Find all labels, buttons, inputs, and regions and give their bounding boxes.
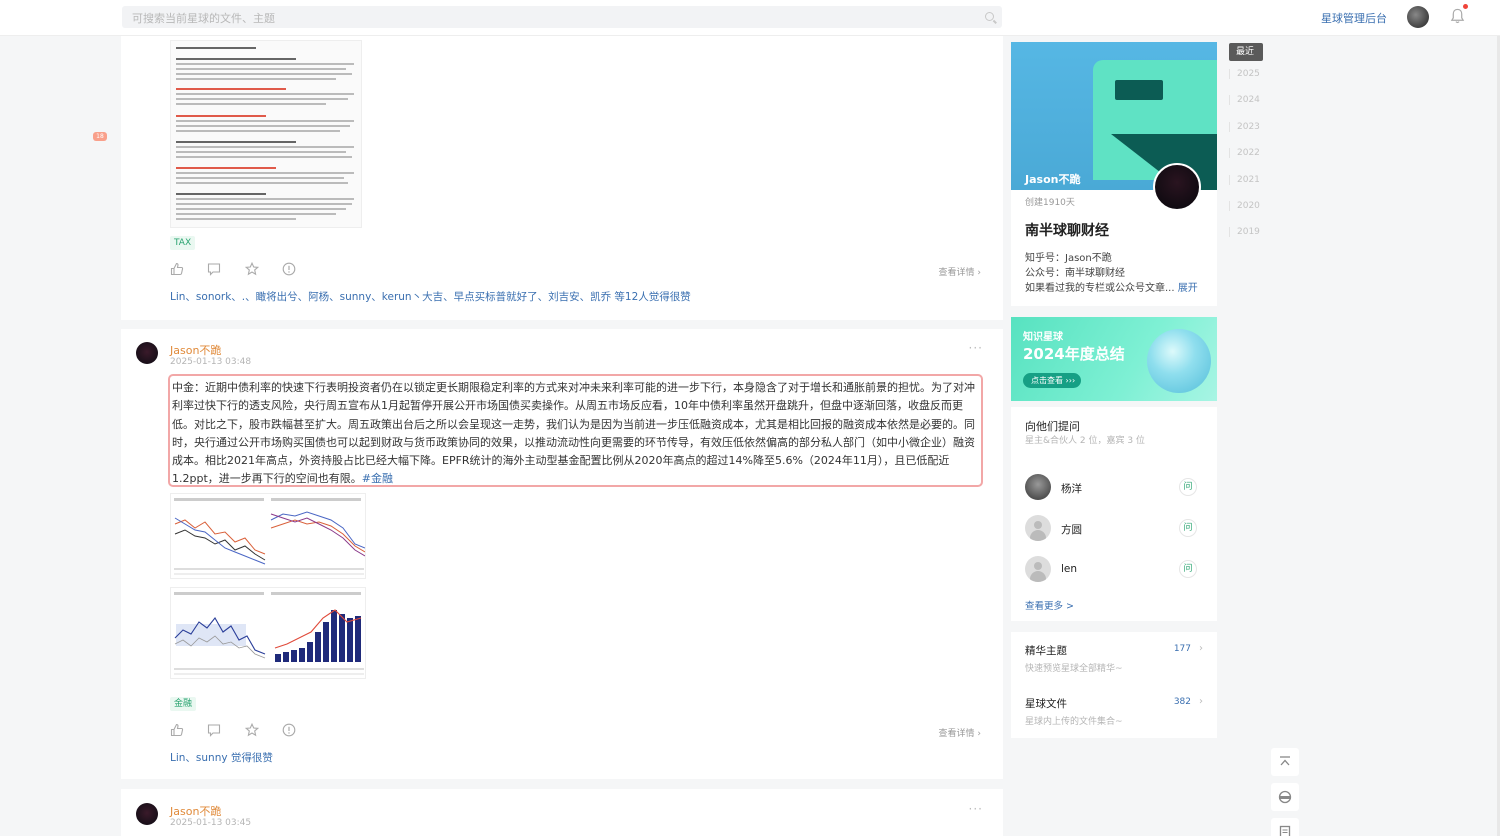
search-icon[interactable]: [985, 12, 994, 21]
menu-count: 382: [1173, 697, 1191, 707]
year-item[interactable]: 2021: [1229, 175, 1263, 185]
admin-link[interactable]: 星球管理后台: [1321, 10, 1387, 26]
year-item[interactable]: 2023: [1229, 122, 1263, 132]
year-item-recent[interactable]: 最近: [1229, 43, 1263, 61]
search-input[interactable]: 可搜索当前星球的文件、主题: [122, 6, 1002, 28]
post-image[interactable]: [170, 587, 366, 679]
post-image[interactable]: [170, 493, 366, 579]
post-card: Jason不跪 2025-01-13 03:45 ···: [121, 789, 1003, 836]
menu-subtitle: 快速预览星球全部精华~: [1025, 664, 1123, 674]
ask-button[interactable]: 问: [1179, 519, 1197, 537]
banner-title-small: 知识星球: [1023, 332, 1063, 343]
notes-button[interactable]: [1271, 818, 1299, 836]
created-days: 创建1910天: [1025, 198, 1075, 208]
comment-icon[interactable]: [207, 723, 221, 737]
menu-subtitle: 星球内上传的文件集合~: [1025, 717, 1123, 727]
top-bar: 可搜索当前星球的文件、主题 星球管理后台: [0, 0, 1500, 36]
thumbs-up-icon[interactable]: [170, 262, 184, 276]
ask-them-card: 向他们提问 星主&合伙人 2 位，嘉宾 3 位 杨洋 问 方圆 问 len 问 …: [1011, 407, 1217, 621]
customer-service-button[interactable]: [1271, 783, 1299, 811]
asker-row[interactable]: 方圆 问: [1025, 515, 1205, 541]
user-avatar[interactable]: [1407, 6, 1429, 28]
post-tag[interactable]: 金融: [170, 697, 197, 711]
globe-icon: [1147, 329, 1211, 393]
hashtag-link[interactable]: #金融: [362, 472, 393, 485]
planet-name: 南半球聊财经: [1025, 223, 1109, 239]
menu-count: 177: [1173, 644, 1191, 654]
asker-name[interactable]: 方圆: [1061, 522, 1082, 537]
see-more-link[interactable]: 查看更多 >: [1025, 598, 1074, 612]
back-to-top-button[interactable]: [1271, 748, 1299, 776]
asker-name[interactable]: len: [1061, 563, 1077, 575]
ask-button[interactable]: 问: [1179, 478, 1197, 496]
thumbs-up-icon[interactable]: [170, 723, 184, 737]
exclamation-icon[interactable]: [282, 262, 296, 276]
avatar[interactable]: [1025, 556, 1051, 582]
post-content: 中金：近期中债利率的快速下行表明投资者仍在以锁定更长期限稳定利率的方式来对冲未来…: [168, 374, 983, 487]
author-name[interactable]: Jason不跪: [170, 803, 221, 819]
post-card: Jason不跪 2025-01-13 03:48 ··· 中金：近期中债利率的快…: [121, 329, 1003, 779]
more-options-icon[interactable]: ···: [969, 802, 983, 816]
banner-view-button[interactable]: 点击查看 ›››: [1023, 373, 1081, 388]
asker-row[interactable]: len 问: [1025, 556, 1205, 582]
likers-list[interactable]: Lin、sunny 觉得很赞: [170, 750, 273, 765]
post-tag[interactable]: TAX: [170, 236, 196, 250]
headset-icon: [1278, 790, 1292, 804]
post-time: 2025-01-13 03:45: [170, 818, 252, 828]
ask-button[interactable]: 问: [1179, 560, 1197, 578]
notification-dot: [1463, 4, 1468, 9]
bio-line: 如果看过我的专栏或公众号文章... 展开: [1025, 279, 1198, 294]
chevron-right-icon: ›: [1199, 643, 1203, 654]
expand-link[interactable]: 展开: [1178, 283, 1198, 294]
menu-item-files[interactable]: 星球文件 星球内上传的文件集合~ 382 ›: [1025, 696, 1205, 736]
banner-title: 2024年度总结: [1023, 345, 1125, 363]
more-options-icon[interactable]: ···: [969, 341, 983, 355]
post-image[interactable]: [170, 40, 362, 228]
star-icon[interactable]: [245, 723, 259, 737]
bell-icon[interactable]: [1450, 8, 1465, 24]
search-placeholder: 可搜索当前星球的文件、主题: [132, 12, 275, 25]
year-item[interactable]: 2025: [1229, 69, 1263, 79]
bio-line: 公众号：南半球聊财经: [1025, 268, 1125, 279]
likers-count[interactable]: 等12人觉得很赞: [611, 291, 690, 303]
star-icon[interactable]: [245, 262, 259, 276]
exclamation-icon[interactable]: [282, 723, 296, 737]
avatar[interactable]: [1025, 474, 1051, 500]
arrow-up-icon: [1280, 756, 1290, 766]
likers-list: Lin、sonork、.、瞰将出兮、阿杨、sunny、kerun丶大吉、早点买标…: [170, 289, 691, 304]
year-item[interactable]: 2020: [1229, 201, 1263, 211]
year-item[interactable]: 2024: [1229, 95, 1263, 105]
annual-summary-banner[interactable]: 知识星球 2024年度总结 点击查看 ›››: [1011, 317, 1217, 401]
ask-subtitle: 星主&合伙人 2 位，嘉宾 3 位: [1025, 436, 1145, 446]
asker-name[interactable]: 杨洋: [1061, 481, 1082, 496]
document-icon: [1279, 825, 1291, 836]
chevron-right-icon: ›: [1199, 696, 1203, 707]
menu-title: 星球文件: [1025, 698, 1067, 710]
year-item[interactable]: 2019: [1229, 227, 1263, 237]
bio-text: 如果看过我的专栏或公众号文章...: [1025, 283, 1175, 294]
post-card: TAX 查看详情 › Lin、sonork、.、瞰将出兮、阿杨、sunny、ke…: [121, 36, 1003, 320]
planet-avatar[interactable]: [1153, 163, 1201, 211]
planet-menu-card: 精华主题 快速预览星球全部精华~ 177 › 星球文件 星球内上传的文件集合~ …: [1011, 632, 1217, 738]
likers-names[interactable]: Lin、sonork、.、瞰将出兮、阿杨、sunny、kerun丶大吉、早点买标…: [170, 291, 611, 303]
view-details-link[interactable]: 查看详情 ›: [939, 726, 981, 739]
ask-title: 向他们提问: [1025, 420, 1080, 433]
post-time: 2025-01-13 03:48: [170, 357, 252, 367]
view-details-link[interactable]: 查看详情 ›: [939, 265, 981, 278]
comment-icon[interactable]: [207, 262, 221, 276]
menu-title: 精华主题: [1025, 645, 1067, 657]
author-avatar[interactable]: [136, 803, 158, 825]
author-name[interactable]: Jason不跪: [170, 342, 221, 358]
left-badge: 18: [93, 132, 107, 141]
planet-profile-card: Jason不跪 创建1910天 南半球聊财经 知乎号：Jason不跪 公众号：南…: [1011, 42, 1217, 306]
asker-row[interactable]: 杨洋 问: [1025, 474, 1205, 500]
avatar[interactable]: [1025, 515, 1051, 541]
bio-line: 知乎号：Jason不跪: [1025, 253, 1112, 264]
author-avatar[interactable]: [136, 342, 158, 364]
menu-item-digest[interactable]: 精华主题 快速预览星球全部精华~ 177 ›: [1025, 643, 1205, 683]
post-body: 中金：近期中债利率的快速下行表明投资者仍在以锁定更长期限稳定利率的方式来对冲未来…: [172, 381, 975, 486]
year-item[interactable]: 2022: [1229, 148, 1263, 158]
cover-owner-name: Jason不跪: [1025, 173, 1081, 186]
